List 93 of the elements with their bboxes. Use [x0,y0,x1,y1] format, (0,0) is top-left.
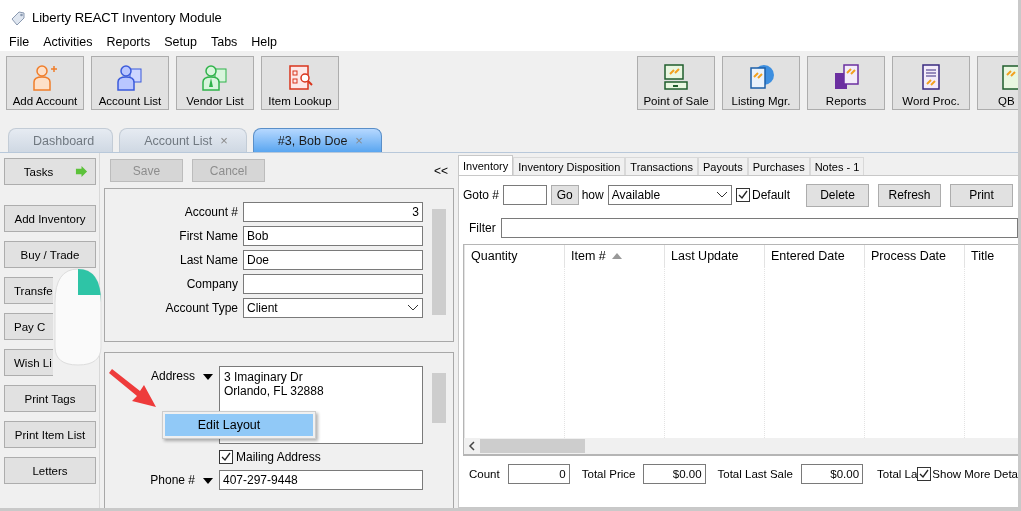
tab[interactable]: Notes - 1 [809,157,865,175]
tab[interactable]: Payouts [697,157,748,175]
menu-item[interactable]: Reports [106,35,151,51]
toolbar-button[interactable]: QB [977,56,1018,110]
task-button[interactable]: Transfe [4,277,53,304]
total-label: Count [469,467,500,480]
dropdown-arrow-icon[interactable] [203,374,213,380]
field-label: Account # [183,205,238,219]
toolbar-button[interactable]: Listing Mgr. [722,56,800,110]
toolbar-button[interactable]: Add Account [6,56,84,110]
task-button[interactable]: Add Inventory [4,205,96,232]
input-field[interactable]: Bob [243,226,423,246]
column-header[interactable]: Last Update [665,245,765,267]
checkbox-label: Default [751,188,790,202]
document-globe-icon [747,63,775,91]
column-header[interactable]: Entered Date [765,245,865,267]
register-icon [662,63,690,91]
tasks-button[interactable]: Tasks [4,158,96,185]
column-header[interactable]: Quantity [465,245,565,267]
tab[interactable]: Inventory Disposition [513,157,626,175]
person-add-icon [31,63,59,91]
show-dropdown[interactable]: Available [607,185,732,205]
window-title: Liberty REACT Inventory Module [32,10,222,25]
column-header[interactable]: Item # [565,245,665,267]
account-type-dropdown[interactable]: Client [243,298,423,318]
arrow-right-icon [75,165,89,178]
column-header[interactable]: Title [965,245,1018,267]
tab[interactable]: Dashboard [8,128,114,152]
chevron-left-icon[interactable] [468,441,476,451]
menu-item[interactable]: Activities [43,35,93,51]
total-label: Total La [877,467,918,480]
total-field: $0.00 [643,463,706,484]
person-tie-icon [201,63,229,91]
task-button[interactable]: Buy / Trade [4,241,96,268]
task-button[interactable]: Print Tags [4,385,96,412]
task-button[interactable]: Print Item List [4,421,96,448]
toolbar-button[interactable]: Delete [806,183,869,207]
filter-label: Filter [469,221,496,235]
total-label: Total Last Sale [717,467,793,480]
go-button[interactable]: Go [550,185,579,205]
tab[interactable]: Inventory [458,155,514,175]
goto-field[interactable] [503,185,547,205]
toolbar-button[interactable]: Point of Sale [637,56,715,110]
toolbar-button[interactable]: Account List [91,56,169,110]
show-label: how [581,188,604,202]
tab[interactable]: Transactions [625,157,698,175]
chevron-down-icon [715,191,728,199]
address-label: Address [149,369,195,383]
toolbar-button[interactable]: Refresh [878,183,941,207]
task-button[interactable]: Wish Li [4,349,53,376]
field-label: First Name [178,229,238,243]
toolbar-button[interactable]: Word Proc. [892,56,970,110]
task-button[interactable]: Pay C [4,313,53,340]
field-label: Account Type [164,301,238,315]
dropdown-arrow-icon[interactable] [203,478,213,484]
menu-item[interactable]: Edit Layout [165,414,313,436]
person-list-icon [116,63,144,91]
toolbar-button[interactable]: Print [950,183,1013,207]
chart-document-icon [832,63,860,91]
menu-item[interactable]: Help [251,35,278,51]
menu-item[interactable]: File [9,35,30,51]
tab[interactable]: Account List × [119,128,247,152]
menu-item[interactable]: Tabs [210,35,238,51]
total-field: 0 [507,463,570,484]
checkbox[interactable] [219,450,233,464]
toolbar-button[interactable]: Vendor List [176,56,254,110]
scrollbar[interactable] [464,438,1018,454]
toolbar-button[interactable]: Item Lookup [261,56,339,110]
column-header[interactable]: Process Date [865,245,965,267]
field-label: Last Name [178,253,238,267]
checkbox-label: Mailing Address [236,450,321,464]
phone-field[interactable]: 407-297-9448 [219,470,423,490]
input-field[interactable] [243,274,423,294]
tab[interactable]: Purchases [747,157,810,175]
field-label: Company [185,277,238,291]
phone-label: Phone # [149,473,195,487]
goto-label: Goto # [463,188,500,202]
chevron-down-icon [407,304,419,312]
menu-item[interactable]: Setup [164,35,197,51]
toolbar-button[interactable]: Reports [807,56,885,110]
total-field: $0.00 [800,463,864,484]
checkbox[interactable] [917,466,932,481]
collapse-button[interactable]: << [434,163,448,178]
checkbox[interactable] [735,188,750,202]
tab[interactable]: #3, Bob Doe × [252,128,382,152]
total-label: Total Price [581,467,636,480]
input-field[interactable]: Doe [243,250,423,270]
checkbox-label: Show More Deta [932,467,1018,480]
filter-field[interactable] [500,218,1018,238]
input-field[interactable]: 3 [243,202,423,222]
list-search-icon [286,63,314,91]
tag-icon [10,9,26,26]
task-button[interactable]: Letters [4,457,96,484]
